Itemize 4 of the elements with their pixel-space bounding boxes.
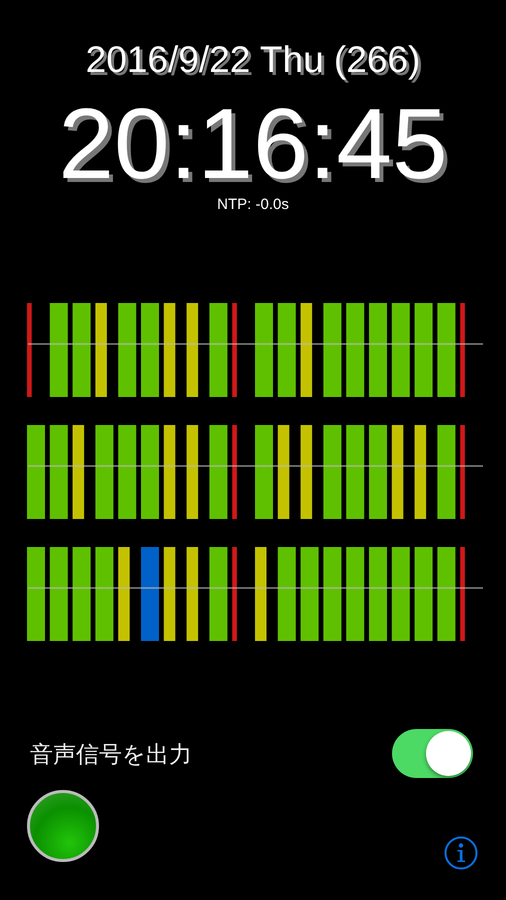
audio-output-label: 音声信号を出力 (30, 740, 192, 768)
audio-output-toggle[interactable] (392, 729, 473, 778)
info-icon[interactable] (444, 836, 478, 870)
date-label: 2016/9/22 Thu (266) (86, 38, 420, 82)
